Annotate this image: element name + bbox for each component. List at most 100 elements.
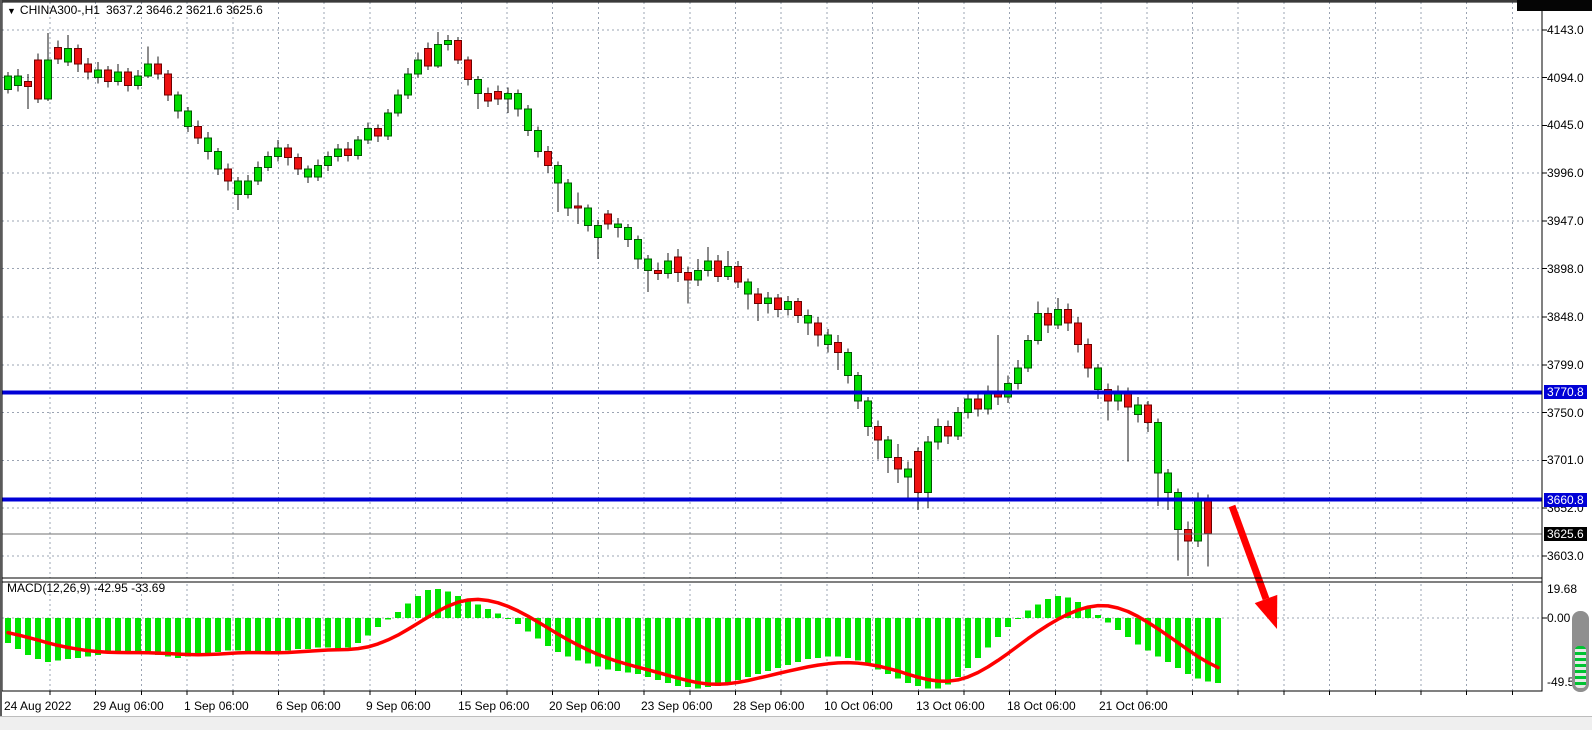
macd-bar [355, 618, 361, 643]
macd-bar [985, 618, 991, 647]
bear-candle [1205, 498, 1212, 533]
bear-candle [125, 72, 132, 86]
trend-arrow[interactable] [1232, 506, 1277, 629]
price-tick-label: 3898.0 [1547, 262, 1584, 276]
bear-candle [85, 64, 92, 72]
macd-bar [1125, 618, 1131, 637]
macd-bar [345, 618, 351, 647]
bull-candle [785, 302, 792, 310]
macd-bar [295, 618, 301, 649]
macd-bar [375, 618, 381, 627]
bear-candle [495, 91, 502, 99]
bull-candle [565, 183, 572, 208]
bear-candle [225, 169, 232, 181]
macd-bar [395, 612, 401, 618]
bull-candle [1055, 309, 1062, 325]
bull-candle [315, 165, 322, 177]
macd-bar [365, 618, 371, 636]
bull-candle [615, 224, 622, 228]
panel-frame [2, 2, 1542, 691]
price-tick-label: 3799.0 [1547, 358, 1584, 372]
indicator-scrollbar-thumb[interactable] [1572, 611, 1589, 692]
bull-candle [555, 165, 562, 183]
macd-bar [75, 618, 81, 658]
bear-candle [465, 60, 472, 79]
time-tick-label: 10 Oct 06:00 [824, 699, 893, 713]
macd-bar [255, 618, 261, 653]
bear-candle [755, 294, 762, 304]
bull-candle [145, 64, 152, 76]
macd-bar [265, 618, 271, 653]
bear-candle [1125, 393, 1132, 407]
macd-bar [325, 618, 331, 647]
bear-candle [485, 93, 492, 101]
macd-bar [205, 618, 211, 653]
bull-candle [95, 70, 102, 78]
bull-candle [245, 181, 252, 195]
macd-bar [275, 618, 281, 652]
macd-bar [105, 618, 111, 653]
window-top-edge [0, 0, 1592, 2]
bull-candle [595, 226, 602, 238]
macd-bar [465, 600, 471, 618]
macd-bar [965, 618, 971, 668]
bull-candle [855, 376, 862, 401]
macd-bar [1165, 618, 1171, 662]
macd-bar [115, 618, 121, 653]
macd-histogram [5, 589, 1221, 689]
macd-bar [1105, 618, 1111, 622]
macd-bar [685, 618, 691, 687]
bull-candle [635, 239, 642, 258]
macd-bar [165, 618, 171, 656]
macd-bar [885, 618, 891, 674]
bull-candle [955, 413, 962, 436]
bull-candle [925, 442, 932, 493]
bull-candle [365, 128, 372, 140]
macd-bar [525, 618, 531, 631]
time-tick-label: 13 Oct 06:00 [916, 699, 985, 713]
macd-bar [215, 618, 221, 652]
bear-candle [795, 302, 802, 316]
macd-bar [475, 605, 481, 618]
ohlc-values: 3637.2 3646.2 3621.6 3625.6 [106, 3, 263, 17]
macd-value: -42.95 [94, 581, 128, 595]
bull-candle [515, 93, 522, 109]
bear-candle [675, 257, 682, 273]
macd-bar [725, 618, 731, 683]
bull-candle [705, 261, 712, 271]
bull-candle [645, 259, 652, 271]
bear-candle [815, 323, 822, 335]
bear-candle [1085, 345, 1092, 368]
bear-candle [425, 49, 432, 67]
macd-bar [1045, 599, 1051, 618]
bull-candle [235, 181, 242, 195]
symbol-dropdown-icon[interactable]: ▼ [7, 6, 16, 16]
bull-candle [1005, 383, 1012, 397]
bear-candle [655, 271, 662, 274]
chart-canvas[interactable] [0, 0, 1592, 730]
macd-bar [185, 618, 191, 656]
bull-candle [1155, 422, 1162, 473]
bear-candle [375, 128, 382, 136]
window-bottom-strip [0, 716, 1592, 730]
bear-candle [1145, 405, 1152, 423]
macd-bar [935, 618, 941, 689]
macd-bar [675, 618, 681, 686]
bull-candle [65, 49, 72, 63]
bull-candle [1035, 313, 1042, 340]
bull-candle [255, 167, 262, 181]
bull-candle [265, 157, 272, 168]
bull-candle [1095, 368, 1102, 389]
macd-bar [875, 618, 881, 670]
bear-candle [285, 148, 292, 158]
macd-bar [175, 618, 181, 658]
macd-bar [705, 618, 711, 687]
macd-bar [455, 596, 461, 618]
macd-tick-label: 0.00 [1547, 611, 1570, 625]
price-tick-label: 3750.0 [1547, 406, 1584, 420]
macd-bar [845, 618, 851, 658]
bear-candle [975, 399, 982, 409]
time-tick-label: 20 Sep 06:00 [549, 699, 620, 713]
price-tick-label: 4045.0 [1547, 118, 1584, 132]
macd-bar [1185, 618, 1191, 674]
